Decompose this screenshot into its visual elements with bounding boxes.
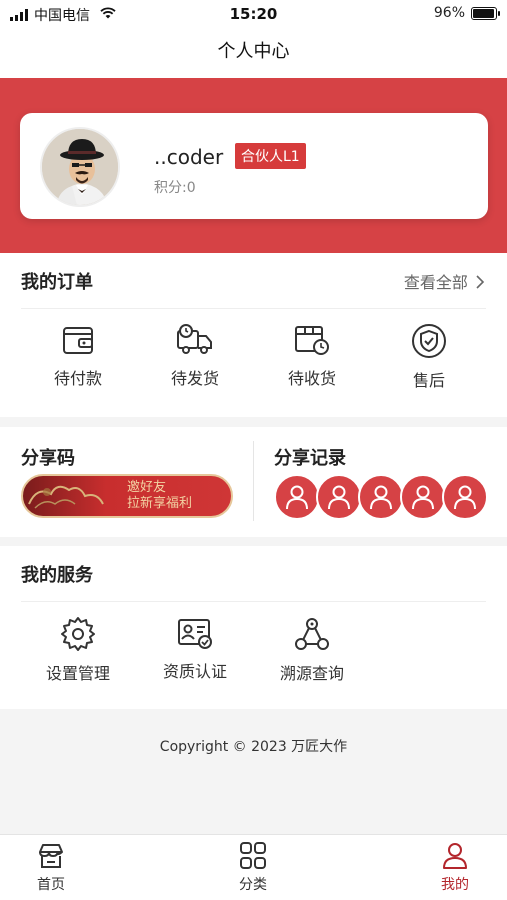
battery-percent: 96% — [433, 5, 465, 21]
home-icon — [39, 844, 63, 868]
share-section: 分享码 邀好友 拉新享福利 分享记录 — [0, 427, 507, 537]
share-record-avatar[interactable] — [400, 474, 446, 520]
status-bar: 中国电信 15:20 96% — [0, 0, 507, 28]
share-divider — [253, 441, 254, 521]
user-icon — [412, 485, 434, 510]
copyright-text: Copyright © 2023 万匠大作 — [159, 739, 348, 755]
services-title: 我的服务 — [21, 565, 93, 586]
footer: Copyright © 2023 万匠大作 — [0, 709, 507, 834]
battery-group: 96% — [433, 5, 500, 21]
user-icon — [286, 485, 308, 510]
tab-label: 分类 — [239, 877, 267, 893]
tab-category[interactable]: 分类 — [218, 842, 288, 894]
view-all-label: 查看全部 — [403, 273, 468, 292]
level-badge: 合伙人L1 — [235, 143, 306, 169]
orders-title: 我的订单 — [21, 272, 93, 293]
view-all-orders-link[interactable]: 查看全部 — [404, 269, 485, 293]
order-item-label: 待付款 — [53, 369, 102, 388]
order-pending-payment[interactable]: 待付款 — [33, 323, 123, 389]
username: ..coder — [154, 145, 224, 169]
user-icon — [370, 485, 392, 510]
profile-card[interactable]: ..coder 合伙人L1 积分:0 — [20, 113, 488, 219]
invite-line-1: 邀好友 — [127, 480, 167, 495]
order-after-sales[interactable]: 售后 — [384, 323, 474, 391]
wallet-icon — [63, 327, 93, 354]
service-item-label: 溯源查询 — [279, 664, 344, 683]
invite-friends-banner[interactable]: 邀好友 拉新享福利 — [21, 474, 233, 518]
share-code-title: 分享码 — [21, 448, 75, 469]
truck-icon — [177, 324, 212, 354]
tab-label: 我的 — [441, 877, 469, 893]
cloud-pattern-icon — [28, 485, 104, 509]
points-text: 积分:0 — [154, 180, 196, 196]
services-section: 我的服务 设置管理 资质认证 溯源查询 — [0, 546, 507, 709]
share-record-title: 分享记录 — [274, 448, 346, 469]
trace-icon — [295, 618, 329, 650]
order-item-label: 待发货 — [170, 369, 219, 388]
invite-line-2: 拉新享福利 — [127, 496, 193, 511]
order-pending-receipt[interactable]: 待收货 — [267, 323, 357, 389]
grid-icon — [240, 842, 266, 869]
share-record-avatar[interactable] — [274, 474, 320, 520]
divider — [21, 308, 486, 309]
gear-icon — [61, 617, 95, 651]
order-item-label: 售后 — [412, 371, 445, 390]
tab-home[interactable]: 首页 — [16, 842, 86, 894]
share-record-avatar[interactable] — [442, 474, 488, 520]
order-pending-shipment[interactable]: 待发货 — [150, 323, 240, 389]
page-title: 个人中心 — [0, 28, 507, 78]
divider — [21, 601, 486, 602]
shield-check-icon — [412, 324, 446, 358]
invite-text: 邀好友 拉新享福利 — [127, 480, 192, 512]
tab-label: 首页 — [37, 877, 65, 893]
user-icon — [454, 485, 476, 510]
service-item-label: 设置管理 — [45, 664, 110, 683]
user-icon — [328, 485, 350, 510]
user-icon — [443, 843, 467, 869]
battery-icon — [471, 6, 500, 20]
tab-bar: 首页 分类 我的 — [0, 834, 507, 900]
share-record-avatar[interactable] — [316, 474, 362, 520]
package-clock-icon — [295, 326, 329, 355]
avatar[interactable] — [40, 127, 120, 207]
orders-section: 我的订单 查看全部 待付款 待发货 待收货 售后 — [0, 253, 507, 417]
service-settings[interactable]: 设置管理 — [33, 616, 123, 684]
tab-mine[interactable]: 我的 — [420, 842, 490, 894]
order-item-label: 待收货 — [287, 369, 336, 388]
id-card-icon — [178, 619, 212, 649]
service-item-label: 资质认证 — [162, 662, 227, 681]
share-record-avatar[interactable] — [358, 474, 404, 520]
service-qualification[interactable]: 资质认证 — [150, 616, 240, 682]
status-time: 15:20 — [229, 5, 278, 23]
service-trace[interactable]: 溯源查询 — [267, 616, 357, 684]
chevron-right-icon — [476, 275, 485, 289]
